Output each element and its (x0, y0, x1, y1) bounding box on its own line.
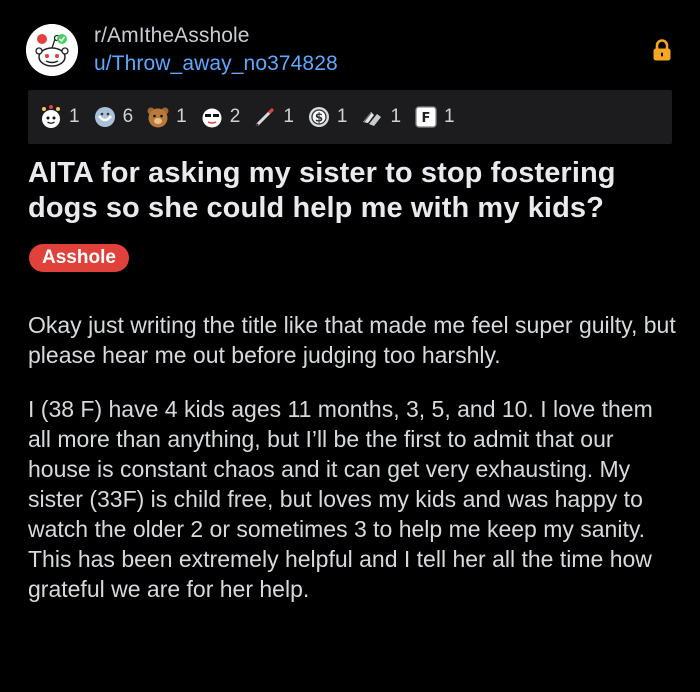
post-header: r/AmItheAsshole u/Throw_away_no374828 (0, 0, 700, 90)
reddit-snoo-icon (26, 24, 78, 76)
award-count: 6 (122, 106, 134, 127)
svg-text:$: $ (315, 111, 323, 125)
award-count: 1 (444, 106, 455, 127)
wholesome-award-icon (42, 105, 60, 128)
lock-icon (652, 39, 672, 61)
body-paragraph: Okay just writing the title like that ma… (28, 312, 676, 368)
face-award-icon (202, 108, 222, 128)
award-count: 1 (283, 106, 294, 127)
award-press-f[interactable]: F 1 (413, 104, 455, 130)
award-coin[interactable]: $ 1 (306, 104, 348, 130)
award-hugz[interactable]: 6 (92, 104, 134, 130)
body-paragraph: I (38 F) have 4 kids ages 11 months, 3, … (28, 396, 653, 602)
subreddit-avatar[interactable] (26, 24, 78, 76)
award-hands[interactable]: 1 (359, 104, 401, 130)
award-bear[interactable]: 1 (145, 104, 187, 130)
award-count: 1 (69, 106, 80, 127)
post-flair[interactable]: Asshole (29, 244, 129, 272)
award-face[interactable]: 2 (199, 104, 241, 130)
post-title[interactable]: AITA for asking my sister to stop foster… (28, 156, 678, 226)
award-count: 1 (336, 106, 348, 127)
award-pencil[interactable]: 1 (252, 104, 294, 130)
pencil-award-icon (255, 107, 275, 127)
subreddit-name[interactable]: r/AmItheAsshole (94, 24, 250, 48)
svg-text:F: F (422, 111, 431, 126)
award-count: 2 (229, 106, 241, 127)
bear-award-icon (147, 107, 169, 128)
award-count: 1 (176, 106, 187, 127)
press-f-award-icon: F (415, 106, 437, 128)
award-wholesome[interactable]: 1 (38, 104, 80, 130)
post-body: Okay just writing the title like that ma… (28, 310, 676, 628)
hands-award-icon (363, 112, 382, 126)
hugz-award-icon (94, 107, 115, 127)
coin-award-icon: $ (308, 107, 329, 127)
award-count: 1 (390, 106, 402, 127)
awards-bar[interactable]: 1 6 1 2 1 $ 1 1 F 1 (28, 90, 672, 144)
author-name[interactable]: u/Throw_away_no374828 (94, 52, 338, 76)
